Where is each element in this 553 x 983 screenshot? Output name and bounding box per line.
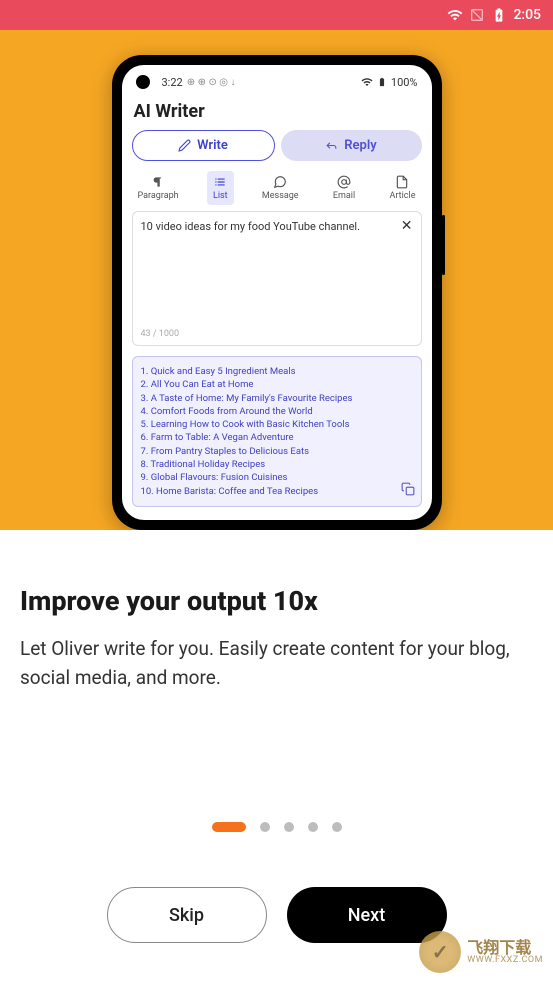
wifi-icon	[447, 7, 463, 23]
page-dot-3[interactable]	[284, 822, 294, 832]
status-time: 2:05	[513, 7, 541, 23]
mode-tabs: Write Reply	[132, 130, 422, 161]
no-sim-icon	[469, 7, 485, 23]
type-message[interactable]: Message	[256, 171, 305, 205]
watermark-title: 飞翔下载	[467, 940, 543, 956]
output-line: 10. Home Barista: Coffee and Tea Recipes	[141, 485, 413, 498]
phone-time: 3:22	[162, 76, 183, 89]
output-line: 1. Quick and Easy 5 Ingredient Meals	[141, 365, 413, 378]
reply-icon	[325, 139, 338, 152]
onboarding-subtext: Let Oliver write for you. Easily create …	[20, 635, 533, 692]
battery-icon	[377, 77, 387, 87]
type-article[interactable]: Article	[384, 171, 422, 205]
char-count: 43 / 1000	[141, 329, 180, 339]
phone-status-bar: 3:22 ⊕ ⊕ ⊙ ◎ ↓ 100%	[132, 73, 422, 91]
output-line: 4. Comfort Foods from Around the World	[141, 405, 413, 418]
page-dot-5[interactable]	[332, 822, 342, 832]
output-box: 1. Quick and Easy 5 Ingredient Meals 2. …	[132, 356, 422, 507]
phone-status-icons: ⊕ ⊕ ⊙ ◎ ↓	[187, 77, 236, 88]
clear-icon[interactable]: ✕	[401, 218, 413, 234]
phone-battery: 100%	[391, 76, 418, 89]
hero-section: 3:22 ⊕ ⊕ ⊙ ◎ ↓ 100% AI Writer Write Repl…	[0, 30, 553, 530]
output-line: 6. Farm to Table: A Vegan Adventure	[141, 431, 413, 444]
page-dot-1[interactable]	[212, 822, 246, 832]
copy-icon[interactable]	[401, 482, 415, 500]
type-email[interactable]: Email	[327, 171, 361, 205]
phone-camera-cutout	[136, 75, 150, 89]
battery-charging-icon	[491, 7, 507, 23]
page-dot-2[interactable]	[260, 822, 270, 832]
phone-mockup: 3:22 ⊕ ⊕ ⊙ ◎ ↓ 100% AI Writer Write Repl…	[112, 55, 442, 530]
app-title: AI Writer	[132, 91, 422, 130]
onboarding-headline: Improve your output 10x	[20, 585, 533, 617]
page-dot-4[interactable]	[308, 822, 318, 832]
content-types: Paragraph List Message Email Article	[132, 169, 422, 211]
edit-icon	[178, 139, 191, 152]
output-line: 5. Learning How to Cook with Basic Kitch…	[141, 418, 413, 431]
output-line: 2. All You Can Eat at Home	[141, 378, 413, 391]
watermark-url: WWW.FXXZ.COM	[467, 956, 543, 965]
at-icon	[337, 175, 351, 189]
list-icon	[213, 175, 227, 189]
watermark: ✓ 飞翔下载 WWW.FXXZ.COM	[419, 931, 543, 973]
output-line: 9. Global Flavours: Fusion Cuisines	[141, 471, 413, 484]
paragraph-icon	[151, 175, 165, 189]
watermark-logo-icon: ✓	[419, 931, 461, 973]
article-icon	[395, 175, 409, 189]
reply-tab[interactable]: Reply	[281, 130, 422, 161]
onboarding-content: Improve your output 10x Let Oliver write…	[0, 530, 553, 943]
page-indicator	[20, 822, 533, 832]
type-list[interactable]: List	[207, 171, 234, 205]
output-line: 3. A Taste of Home: My Family's Favourit…	[141, 392, 413, 405]
output-line: 8. Traditional Holiday Recipes	[141, 458, 413, 471]
write-tab[interactable]: Write	[132, 130, 275, 161]
device-status-bar: 2:05	[0, 0, 553, 30]
prompt-text: 10 video ideas for my food YouTube chann…	[141, 220, 360, 233]
write-tab-label: Write	[197, 138, 228, 153]
prompt-input[interactable]: 10 video ideas for my food YouTube chann…	[132, 211, 422, 346]
output-line: 7. From Pantry Staples to Delicious Eats	[141, 445, 413, 458]
reply-tab-label: Reply	[344, 138, 376, 153]
wifi-icon	[361, 76, 373, 88]
skip-button[interactable]: Skip	[107, 887, 267, 943]
message-icon	[273, 175, 287, 189]
type-paragraph[interactable]: Paragraph	[132, 171, 185, 205]
